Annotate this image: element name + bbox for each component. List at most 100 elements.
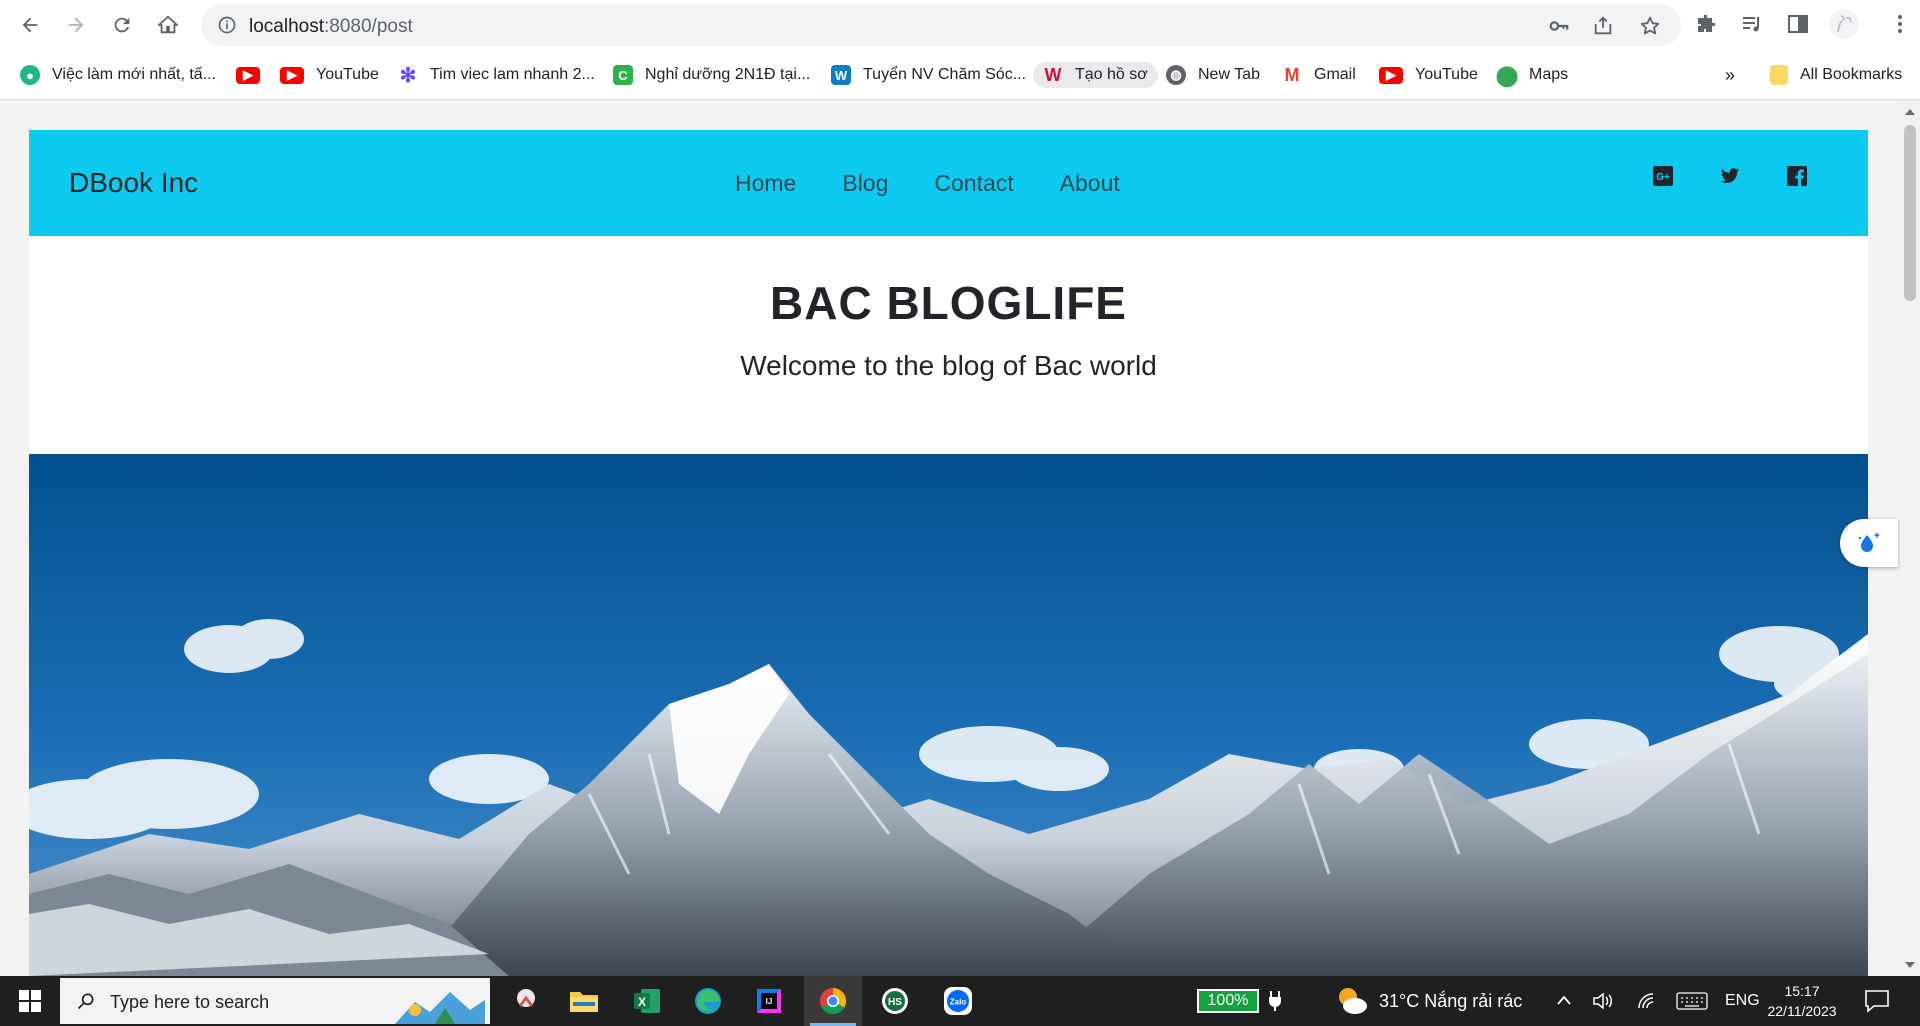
taskbar-intellij[interactable]: IJ — [740, 976, 798, 1026]
scroll-up-arrow-icon[interactable] — [1905, 109, 1915, 115]
url-text[interactable]: localhost:8080/post — [249, 16, 413, 38]
youtube-icon: ▶ — [236, 66, 260, 84]
volume-icon[interactable] — [1592, 990, 1614, 1012]
page-scrollbar[interactable] — [1900, 101, 1920, 976]
home-button[interactable] — [150, 7, 186, 43]
start-button[interactable] — [0, 976, 60, 1026]
browser-toolbar: localhost:8080/post — [0, 0, 1920, 50]
snipping-tool-icon — [517, 989, 535, 1007]
bookmark-label: Tạo hồ sơ — [1075, 66, 1148, 83]
battery-indicator[interactable]: 100% — [1197, 989, 1259, 1013]
profile-avatar-icon[interactable] — [1828, 8, 1860, 40]
address-bar[interactable]: localhost:8080/post — [201, 4, 1681, 46]
bookmark-item[interactable]: M Gmail — [1282, 62, 1356, 88]
bookmark-item[interactable]: ▶ — [236, 62, 272, 88]
back-button[interactable] — [12, 7, 48, 43]
maps-icon: ⬤ — [1495, 64, 1519, 87]
all-bookmarks-button[interactable]: All Bookmarks — [1770, 62, 1902, 88]
bookmark-item[interactable]: ▶ YouTube — [280, 62, 379, 88]
extensions-icon[interactable] — [1694, 12, 1718, 36]
map-pin-icon: ● — [20, 65, 40, 85]
search-placeholder: Type here to search — [110, 992, 270, 1012]
forward-button[interactable] — [58, 7, 94, 43]
bookmark-item[interactable]: ✻ Tim viec lam nhanh 2... — [398, 62, 595, 88]
edge-icon — [695, 988, 721, 1014]
hs-icon: HS — [882, 988, 908, 1014]
sparkle-icon: ✻ — [399, 64, 417, 87]
bookmark-item[interactable]: ⬤ Maps — [1495, 62, 1569, 88]
page-viewport[interactable]: DBook Inc Home Blog Contact About G+ BAC… — [0, 101, 1920, 976]
twitter-icon[interactable] — [1719, 165, 1741, 187]
windows-logo-icon — [19, 990, 41, 1012]
v-icon: W — [1044, 64, 1062, 85]
bookmark-label: Maps — [1529, 66, 1569, 83]
intellij-icon: IJ — [757, 989, 781, 1013]
site-header: DBook Inc Home Blog Contact About G+ — [29, 130, 1868, 236]
side-panel-icon[interactable] — [1786, 12, 1810, 36]
bookmark-item[interactable]: W Tạo hồ sơ — [1033, 62, 1158, 88]
file-explorer-icon — [570, 992, 598, 1012]
show-hidden-icons-chevron-icon[interactable] — [1556, 993, 1572, 1007]
water-drop-sparkle-icon — [1858, 532, 1881, 552]
clock-date: 22/11/2023 — [1767, 1003, 1837, 1019]
bookmark-label: YouTube — [316, 66, 379, 83]
bookmark-label: Tim viec lam nhanh 2... — [430, 66, 595, 83]
password-key-icon[interactable] — [1548, 15, 1570, 37]
url-host: localhost — [249, 16, 324, 37]
reading-list-icon[interactable] — [1740, 12, 1764, 36]
bookmark-label: New Tab — [1198, 66, 1260, 83]
notification-center-icon[interactable] — [1864, 989, 1890, 1013]
scrollbar-thumb[interactable] — [1904, 125, 1916, 301]
taskbar-search[interactable]: Type here to search — [60, 978, 490, 1024]
folder-icon — [1770, 65, 1788, 85]
windows-taskbar: Type here to search X IJ HS Zalo 100% 31… — [0, 976, 1920, 1026]
taskbar-hs-app[interactable]: HS — [866, 976, 924, 1026]
clock-time: 15:17 — [1784, 983, 1820, 999]
page-title: BAC BLOGLIFE — [770, 277, 1127, 329]
system-clock[interactable]: 15:17 22/11/2023 — [1766, 981, 1838, 1021]
reload-button[interactable] — [104, 7, 140, 43]
weather-widget[interactable]: 31°C Nắng rải rác — [1335, 976, 1522, 1026]
taskbar-snipping-tool[interactable] — [497, 976, 555, 1026]
c-icon: C — [613, 65, 633, 85]
language-label: ENG — [1725, 992, 1760, 1009]
svg-text:X: X — [638, 995, 646, 1009]
mountain-illustration — [29, 454, 1868, 976]
bookmark-label: Việc làm mới nhất, tấ... — [52, 66, 217, 83]
keyboard-icon[interactable] — [1676, 992, 1708, 1010]
blog-page: DBook Inc Home Blog Contact About G+ BAC… — [29, 130, 1868, 976]
nav-about-link[interactable]: About — [1060, 170, 1120, 197]
bookmark-item[interactable]: ◍ New Tab — [1166, 62, 1260, 88]
nav-blog-link[interactable]: Blog — [842, 170, 888, 197]
chrome-menu-icon[interactable] — [1888, 12, 1912, 36]
floating-extension-button[interactable] — [1840, 519, 1898, 567]
svg-text:IJ: IJ — [766, 997, 773, 1006]
bookmark-item[interactable]: W Tuyển NV Chăm Sóc... — [831, 62, 1026, 88]
nav-contact-link[interactable]: Contact — [934, 170, 1013, 197]
nav-home-link[interactable]: Home — [735, 170, 796, 197]
bookmark-item[interactable]: ▶ YouTube — [1379, 62, 1478, 88]
site-info-icon[interactable] — [217, 15, 237, 35]
taskbar-excel[interactable]: X — [618, 976, 676, 1026]
facebook-icon[interactable] — [1786, 165, 1808, 187]
taskbar-edge[interactable] — [679, 976, 737, 1026]
taskbar-zalo[interactable]: Zalo — [929, 976, 987, 1026]
home-icon — [157, 15, 179, 34]
bookmark-item[interactable]: ● Việc làm mới nhất, tấ... — [20, 62, 216, 88]
google-plus-icon[interactable]: G+ — [1652, 165, 1674, 187]
bookmarks-bar: ● Việc làm mới nhất, tấ... ▶ ▶ YouTube ✻… — [0, 50, 1920, 100]
taskbar-file-explorer[interactable] — [555, 976, 613, 1026]
weather-text: 31°C Nắng rải rác — [1379, 990, 1523, 1011]
taskbar-chrome[interactable] — [804, 976, 862, 1026]
bookmark-item[interactable]: C Nghỉ dưỡng 2N1Đ tại... — [613, 62, 810, 88]
zalo-icon: Zalo — [944, 987, 972, 1015]
more-bookmarks-button[interactable]: » — [1725, 62, 1735, 88]
input-language[interactable]: ENG — [1725, 976, 1760, 1026]
bookmark-star-icon[interactable] — [1639, 15, 1661, 37]
share-icon[interactable] — [1592, 15, 1614, 37]
site-brand[interactable]: DBook Inc — [69, 167, 198, 199]
scroll-down-arrow-icon[interactable] — [1905, 962, 1915, 968]
bookmark-label: YouTube — [1415, 66, 1478, 83]
wifi-icon[interactable] — [1636, 990, 1658, 1012]
url-path: :8080/post — [324, 16, 413, 37]
